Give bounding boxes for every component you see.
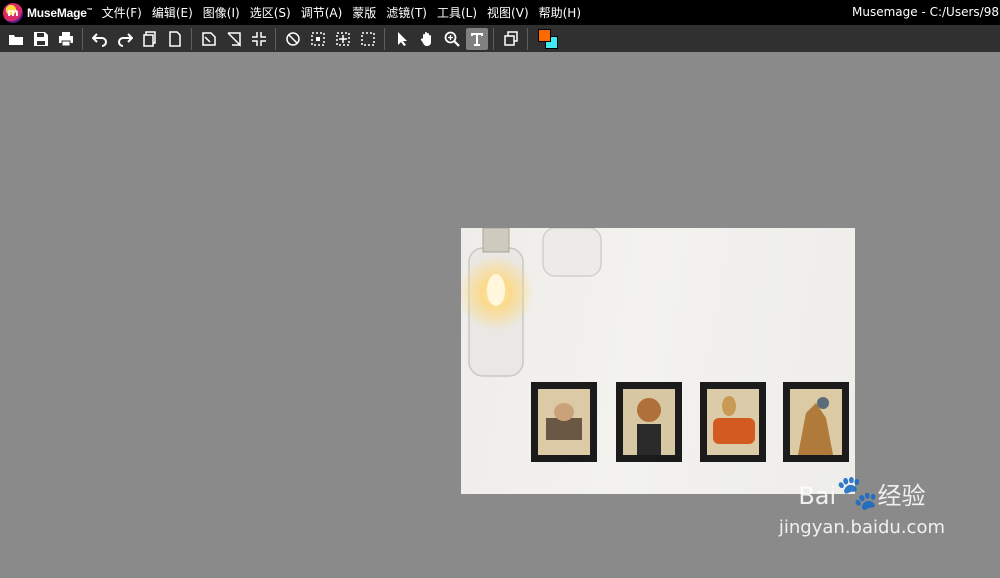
app-logo: m MuseMage™ xyxy=(3,2,93,23)
zoom-icon[interactable] xyxy=(441,28,463,50)
copy-icon[interactable] xyxy=(139,28,161,50)
print-icon[interactable] xyxy=(55,28,77,50)
menu-item-10[interactable]: 帮助(H) xyxy=(534,4,586,21)
menu-item-8[interactable]: 工具(L) xyxy=(432,4,482,21)
pointer-icon[interactable] xyxy=(391,28,413,50)
watermark-brand: Bai🐾经验 xyxy=(798,473,926,513)
menu-item-5[interactable]: 调节(A) xyxy=(296,4,348,21)
toolbar-separator xyxy=(275,27,276,50)
new-document-icon[interactable] xyxy=(164,28,186,50)
image-canvas[interactable] xyxy=(461,228,855,494)
flip-icon[interactable] xyxy=(223,28,245,50)
marquee-icon[interactable] xyxy=(357,28,379,50)
foreground-color-swatch[interactable] xyxy=(538,28,551,42)
menu-item-1[interactable]: 文件(F) xyxy=(97,4,147,21)
open-icon[interactable] xyxy=(5,28,27,50)
toolbar-separator xyxy=(191,27,192,50)
menu-item-6[interactable]: 蒙版 xyxy=(347,4,381,21)
menu-item-2[interactable]: 编辑(E) xyxy=(147,4,198,21)
rotate-icon[interactable] xyxy=(198,28,220,50)
menu-item-3[interactable]: 图像(I) xyxy=(198,4,245,21)
musemage-logo-icon: m xyxy=(3,2,23,23)
frame-1 xyxy=(531,382,597,462)
frame-3 xyxy=(700,382,766,462)
menu-bar: m MuseMage™ 文件(F) 编辑(E) 图像(I) 选区(S) 调节(A) 蒙版滤… xyxy=(0,0,1000,25)
frame-4 xyxy=(783,382,849,462)
toolbar xyxy=(0,25,1000,52)
menu-item-7[interactable]: 滤镜(T) xyxy=(381,4,432,21)
redo-icon[interactable] xyxy=(114,28,136,50)
undo-icon[interactable] xyxy=(89,28,111,50)
toolbar-separator xyxy=(82,27,83,50)
text-icon[interactable] xyxy=(465,27,488,50)
deselect-icon[interactable] xyxy=(282,28,304,50)
transform-select-icon[interactable] xyxy=(332,28,354,50)
baidu-watermark: Bai🐾经验 jingyan.baidu.com xyxy=(779,474,945,538)
window-title: Musemage - C:/Users/98153 xyxy=(852,5,1000,19)
save-icon[interactable] xyxy=(30,28,52,50)
layers-icon[interactable] xyxy=(500,28,522,50)
color-swatch[interactable] xyxy=(536,28,558,50)
main-menu: 文件(F) 编辑(E) 图像(I) 选区(S) 调节(A) 蒙版 滤镜(T) 工具(L) 视图(… xyxy=(97,4,586,21)
toolbar-separator xyxy=(527,27,528,50)
fit-icon[interactable] xyxy=(248,28,270,50)
toolbar-separator xyxy=(493,27,494,50)
frame-2 xyxy=(616,382,682,462)
hand-icon[interactable] xyxy=(416,28,438,50)
toolbar-separator xyxy=(384,27,385,50)
app-name: MuseMage™ xyxy=(27,5,93,20)
watermark-url: jingyan.baidu.com xyxy=(778,517,945,538)
menu-item-9[interactable]: 视图(V) xyxy=(482,4,534,21)
rect-select-icon[interactable] xyxy=(307,28,329,50)
menu-item-4[interactable]: 选区(S) xyxy=(245,4,296,21)
photo-wall-frames-image xyxy=(461,228,849,462)
